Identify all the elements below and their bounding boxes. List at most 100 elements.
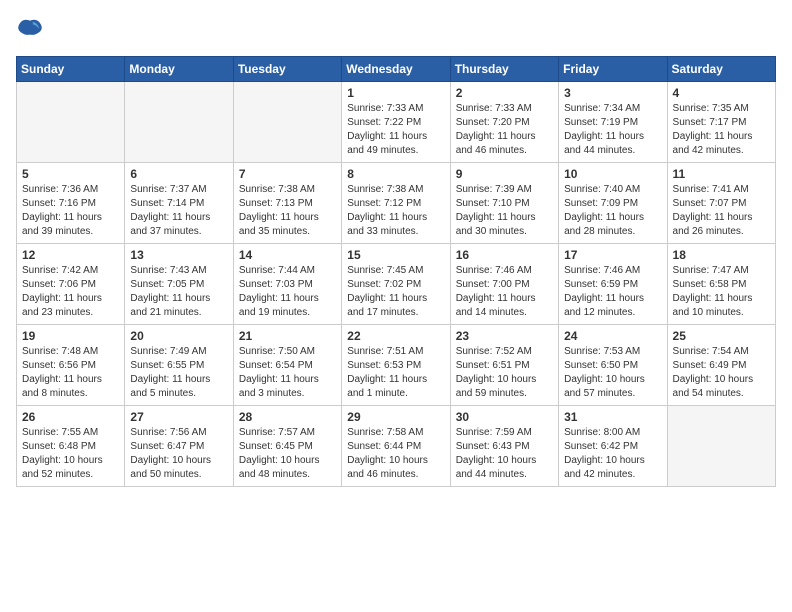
calendar-cell: 11 Sunrise: 7:41 AMSunset: 7:07 PMDayligh…: [667, 163, 775, 244]
weekday-header-monday: Monday: [125, 57, 233, 82]
calendar-table: SundayMondayTuesdayWednesdayThursdayFrid…: [16, 56, 776, 487]
calendar-cell: [125, 82, 233, 163]
calendar-cell: 8 Sunrise: 7:38 AMSunset: 7:12 PMDaylight…: [342, 163, 450, 244]
calendar-cell: 19 Sunrise: 7:48 AMSunset: 6:56 PMDayligh…: [17, 325, 125, 406]
weekday-header-sunday: Sunday: [17, 57, 125, 82]
day-number: 16: [456, 248, 553, 262]
cell-details: Sunrise: 7:53 AMSunset: 6:50 PMDaylight:…: [564, 345, 661, 401]
cell-details: Sunrise: 7:42 AMSunset: 7:06 PMDaylight:…: [22, 264, 119, 320]
day-number: 30: [456, 410, 553, 424]
calendar-cell: 22Sunrise: 7:51 AMSunset: 6:53 PMDayligh…: [342, 325, 450, 406]
calendar-cell: 2 Sunrise: 7:33 AMSunset: 7:20 PMDaylight…: [450, 82, 558, 163]
cell-details: Sunrise: 7:57 AMSunset: 6:45 PMDaylight:…: [239, 426, 336, 482]
day-number: 12: [22, 248, 119, 262]
cell-details: Sunrise: 7:38 AMSunset: 7:12 PMDaylight:…: [347, 183, 444, 239]
day-number: 22: [347, 329, 444, 343]
day-number: 7: [239, 167, 336, 181]
day-number: 14: [239, 248, 336, 262]
calendar-cell: 24 Sunrise: 7:53 AMSunset: 6:50 PMDayligh…: [559, 325, 667, 406]
weekday-header-row: SundayMondayTuesdayWednesdayThursdayFrid…: [17, 57, 776, 82]
week-row-1: 1 Sunrise: 7:33 AMSunset: 7:22 PMDaylight…: [17, 82, 776, 163]
day-number: 23: [456, 329, 553, 343]
day-number: 19: [22, 329, 119, 343]
day-number: 10: [564, 167, 661, 181]
day-number: 8: [347, 167, 444, 181]
week-row-2: 5 Sunrise: 7:36 AMSunset: 7:16 PMDaylight…: [17, 163, 776, 244]
cell-details: Sunrise: 7:50 AMSunset: 6:54 PMDaylight:…: [239, 345, 336, 401]
calendar-cell: 16 Sunrise: 7:46 AMSunset: 7:00 PMDayligh…: [450, 244, 558, 325]
day-number: 18: [673, 248, 770, 262]
weekday-header-wednesday: Wednesday: [342, 57, 450, 82]
cell-details: Sunrise: 7:54 AMSunset: 6:49 PMDaylight:…: [673, 345, 770, 401]
calendar-cell: 29Sunrise: 7:58 AMSunset: 6:44 PMDayligh…: [342, 406, 450, 487]
cell-details: Sunrise: 7:47 AMSunset: 6:58 PMDaylight:…: [673, 264, 770, 320]
cell-details: Sunrise: 7:44 AMSunset: 7:03 PMDaylight:…: [239, 264, 336, 320]
weekday-header-thursday: Thursday: [450, 57, 558, 82]
cell-details: Sunrise: 7:40 AMSunset: 7:09 PMDaylight:…: [564, 183, 661, 239]
calendar-cell: 1 Sunrise: 7:33 AMSunset: 7:22 PMDaylight…: [342, 82, 450, 163]
day-number: 17: [564, 248, 661, 262]
day-number: 5: [22, 167, 119, 181]
calendar-cell: 25Sunrise: 7:54 AMSunset: 6:49 PMDayligh…: [667, 325, 775, 406]
cell-details: Sunrise: 7:45 AMSunset: 7:02 PMDaylight:…: [347, 264, 444, 320]
calendar-cell: [667, 406, 775, 487]
calendar-cell: 3Sunrise: 7:34 AMSunset: 7:19 PMDaylight…: [559, 82, 667, 163]
page-header: [16, 16, 776, 44]
day-number: 2: [456, 86, 553, 100]
cell-details: Sunrise: 7:33 AMSunset: 7:20 PMDaylight:…: [456, 102, 553, 158]
calendar-cell: 13 Sunrise: 7:43 AMSunset: 7:05 PMDayligh…: [125, 244, 233, 325]
cell-details: Sunrise: 7:46 AMSunset: 7:00 PMDaylight:…: [456, 264, 553, 320]
weekday-header-friday: Friday: [559, 57, 667, 82]
cell-details: Sunrise: 7:39 AMSunset: 7:10 PMDaylight:…: [456, 183, 553, 239]
calendar-cell: 15 Sunrise: 7:45 AMSunset: 7:02 PMDayligh…: [342, 244, 450, 325]
day-number: 21: [239, 329, 336, 343]
cell-details: Sunrise: 7:55 AMSunset: 6:48 PMDaylight:…: [22, 426, 119, 482]
calendar-cell: 17Sunrise: 7:46 AMSunset: 6:59 PMDayligh…: [559, 244, 667, 325]
cell-details: Sunrise: 7:38 AMSunset: 7:13 PMDaylight:…: [239, 183, 336, 239]
cell-details: Sunrise: 7:41 AMSunset: 7:07 PMDaylight:…: [673, 183, 770, 239]
day-number: 6: [130, 167, 227, 181]
day-number: 26: [22, 410, 119, 424]
calendar-cell: 12 Sunrise: 7:42 AMSunset: 7:06 PMDayligh…: [17, 244, 125, 325]
cell-details: Sunrise: 7:37 AMSunset: 7:14 PMDaylight:…: [130, 183, 227, 239]
day-number: 27: [130, 410, 227, 424]
calendar-cell: 20Sunrise: 7:49 AMSunset: 6:55 PMDayligh…: [125, 325, 233, 406]
cell-details: Sunrise: 7:56 AMSunset: 6:47 PMDaylight:…: [130, 426, 227, 482]
day-number: 3: [564, 86, 661, 100]
day-number: 20: [130, 329, 227, 343]
calendar-cell: 7 Sunrise: 7:38 AMSunset: 7:13 PMDaylight…: [233, 163, 341, 244]
calendar-cell: 26 Sunrise: 7:55 AMSunset: 6:48 PMDayligh…: [17, 406, 125, 487]
cell-details: Sunrise: 7:33 AMSunset: 7:22 PMDaylight:…: [347, 102, 444, 158]
day-number: 29: [347, 410, 444, 424]
calendar-cell: 21 Sunrise: 7:50 AMSunset: 6:54 PMDayligh…: [233, 325, 341, 406]
day-number: 11: [673, 167, 770, 181]
calendar-cell: 18 Sunrise: 7:47 AMSunset: 6:58 PMDayligh…: [667, 244, 775, 325]
cell-details: Sunrise: 7:36 AMSunset: 7:16 PMDaylight:…: [22, 183, 119, 239]
cell-details: Sunrise: 7:43 AMSunset: 7:05 PMDaylight:…: [130, 264, 227, 320]
cell-details: Sunrise: 7:52 AMSunset: 6:51 PMDaylight:…: [456, 345, 553, 401]
calendar-cell: 6 Sunrise: 7:37 AMSunset: 7:14 PMDaylight…: [125, 163, 233, 244]
calendar-cell: 30 Sunrise: 7:59 AMSunset: 6:43 PMDayligh…: [450, 406, 558, 487]
week-row-3: 12 Sunrise: 7:42 AMSunset: 7:06 PMDayligh…: [17, 244, 776, 325]
calendar-cell: 4 Sunrise: 7:35 AMSunset: 7:17 PMDaylight…: [667, 82, 775, 163]
calendar-cell: 10 Sunrise: 7:40 AMSunset: 7:09 PMDayligh…: [559, 163, 667, 244]
week-row-4: 19 Sunrise: 7:48 AMSunset: 6:56 PMDayligh…: [17, 325, 776, 406]
day-number: 15: [347, 248, 444, 262]
day-number: 24: [564, 329, 661, 343]
calendar-cell: [233, 82, 341, 163]
day-number: 4: [673, 86, 770, 100]
calendar-cell: 31 Sunrise: 8:00 AMSunset: 6:42 PMDayligh…: [559, 406, 667, 487]
cell-details: Sunrise: 7:35 AMSunset: 7:17 PMDaylight:…: [673, 102, 770, 158]
cell-details: Sunrise: 8:00 AMSunset: 6:42 PMDaylight:…: [564, 426, 661, 482]
day-number: 13: [130, 248, 227, 262]
weekday-header-saturday: Saturday: [667, 57, 775, 82]
calendar-cell: 23 Sunrise: 7:52 AMSunset: 6:51 PMDayligh…: [450, 325, 558, 406]
calendar-cell: 27 Sunrise: 7:56 AMSunset: 6:47 PMDayligh…: [125, 406, 233, 487]
day-number: 31: [564, 410, 661, 424]
cell-details: Sunrise: 7:59 AMSunset: 6:43 PMDaylight:…: [456, 426, 553, 482]
day-number: 1: [347, 86, 444, 100]
cell-details: Sunrise: 7:48 AMSunset: 6:56 PMDaylight:…: [22, 345, 119, 401]
logo-icon: [16, 16, 44, 44]
logo: [16, 16, 48, 44]
calendar-cell: 14 Sunrise: 7:44 AMSunset: 7:03 PMDayligh…: [233, 244, 341, 325]
